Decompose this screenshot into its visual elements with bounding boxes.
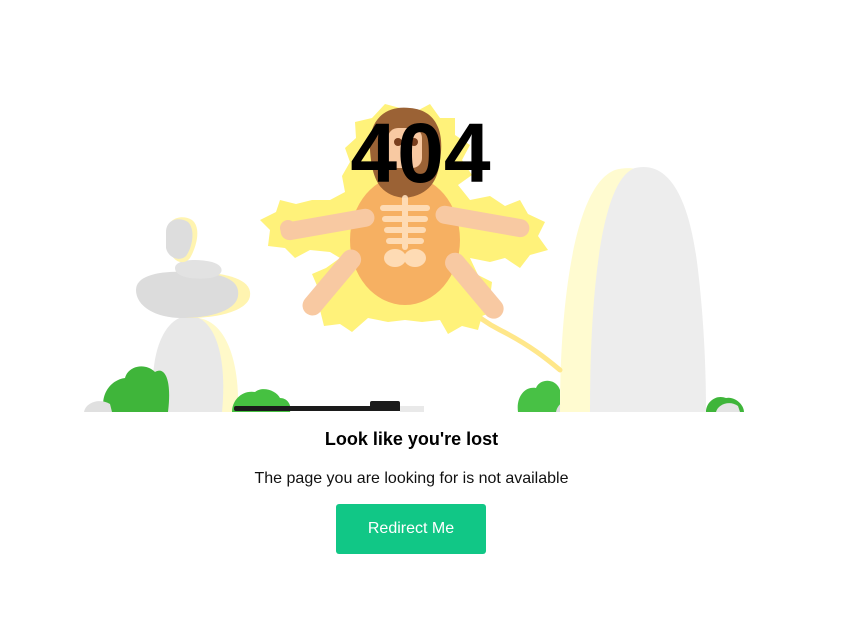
error-code-heading: 404: [350, 106, 491, 200]
lost-headline: Look like you're lost: [324, 429, 499, 449]
tombstone-rock-icon: [560, 166, 706, 412]
not-available-message: The page you are looking for is not avai…: [254, 470, 569, 487]
redirect-button[interactable]: Redirect Me: [336, 504, 486, 554]
error-page: 404 Look like you're lost The page you a…: [0, 0, 841, 621]
